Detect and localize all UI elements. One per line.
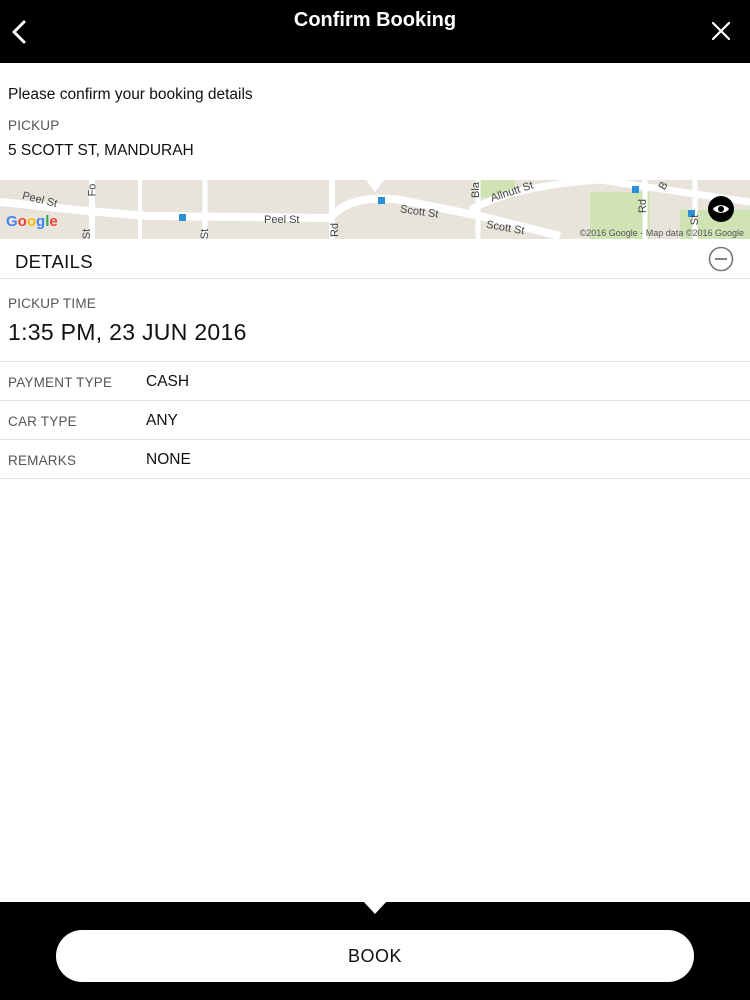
minus-circle-icon[interactable] bbox=[708, 246, 734, 272]
page-title: Confirm Booking bbox=[293, 9, 457, 31]
remarks-row: REMARKS NONE bbox=[0, 440, 750, 479]
intro-text: Please confirm your booking details bbox=[8, 86, 253, 103]
map-preview[interactable]: Peel St Peel St Scott St Scott St Allnut… bbox=[0, 180, 750, 239]
book-button[interactable]: BOOK bbox=[56, 930, 694, 982]
payment-type-row: PAYMENT TYPE CASH bbox=[0, 362, 750, 401]
close-icon[interactable] bbox=[706, 16, 736, 46]
details-title: DETAILS bbox=[15, 251, 93, 272]
row-value: CASH bbox=[146, 373, 190, 390]
map-street-label: St bbox=[689, 214, 702, 226]
row-label: PAYMENT TYPE bbox=[8, 375, 113, 390]
details-section-header[interactable]: DETAILS bbox=[0, 240, 750, 279]
pickup-time-value: 1:35 PM, 23 JUN 2016 bbox=[8, 319, 247, 345]
bottom-bar: BOOK bbox=[0, 901, 750, 1000]
map-street-label: Fo bbox=[86, 183, 99, 197]
car-type-row: CAR TYPE ANY bbox=[0, 401, 750, 440]
map-copyright: ©2016 Google - Map data ©2016 Google bbox=[579, 228, 744, 238]
map-street-label: Bla bbox=[469, 182, 482, 198]
eye-icon[interactable] bbox=[708, 196, 734, 222]
top-bar: Confirm Booking bbox=[0, 0, 750, 63]
pickup-time-block: PICKUP TIME 1:35 PM, 23 JUN 2016 bbox=[0, 279, 750, 362]
map-street-label: Rd bbox=[637, 198, 650, 214]
pickup-label: PICKUP bbox=[8, 118, 60, 133]
map-street-label: Rd bbox=[329, 222, 342, 238]
bottom-notch bbox=[363, 901, 387, 914]
map-street-label: St bbox=[199, 228, 212, 239]
pickup-time-label: PICKUP TIME bbox=[8, 296, 96, 311]
map-street-label: St bbox=[81, 228, 94, 239]
row-value: ANY bbox=[146, 412, 178, 429]
google-logo: Google bbox=[6, 213, 58, 230]
row-label: REMARKS bbox=[8, 453, 77, 468]
row-label: CAR TYPE bbox=[8, 414, 77, 429]
map-street-label: Peel St bbox=[264, 214, 300, 226]
row-value: NONE bbox=[146, 451, 191, 468]
pickup-address: 5 SCOTT ST, MANDURAH bbox=[8, 142, 194, 159]
